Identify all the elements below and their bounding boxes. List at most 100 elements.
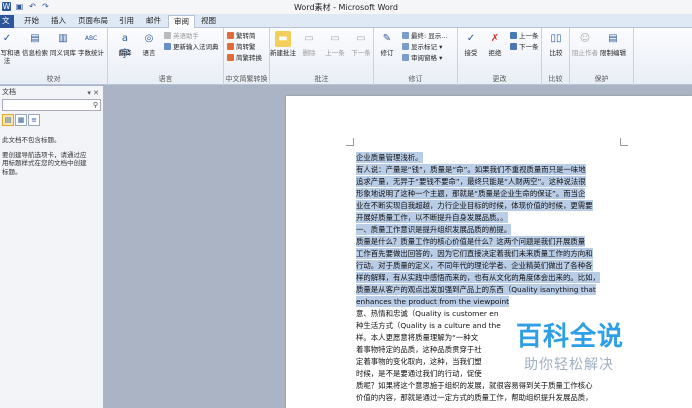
accept-icon: ✓ (466, 33, 476, 44)
new-comment-icon: ▬ (275, 31, 291, 47)
restrict-editing-button[interactable]: ▤ 限制编辑 (600, 31, 626, 57)
nav-pane-header: 文档 ▾ ✕ (0, 86, 103, 98)
tab-insert[interactable]: 插入 (46, 15, 71, 28)
display-review-icon (402, 32, 409, 39)
reviewing-pane-button[interactable]: 审阅窗格 ▾ (402, 54, 442, 63)
globe-icon: ◎ (144, 33, 154, 44)
new-comment-button[interactable]: ▬ 新建批注 (270, 31, 296, 57)
tab-view[interactable]: 视图 (196, 15, 221, 28)
dictionary-icon (164, 43, 171, 50)
block-authors-button[interactable]: ☺ 阻止作者 (572, 31, 598, 57)
next-change-icon (510, 43, 517, 50)
compare-button[interactable]: ▯▯ 比较 (543, 31, 569, 57)
previous-comment-icon: ▭ (330, 33, 340, 44)
track-changes-icon: ✎ (382, 33, 392, 44)
simp-trad-convert-button[interactable]: 简繁转换 (227, 54, 262, 63)
results-view-icon[interactable]: ≡ (28, 114, 40, 126)
language-button[interactable]: ◎ 语言 (136, 31, 162, 57)
translate-button[interactable]: a字 翻译 (112, 31, 138, 60)
navigation-pane: 文档 ▾ ✕ ⚲ ▤ ▦ ≡ 此文档不包含标题。 要创建导航选项卡，请通过应 用… (0, 86, 104, 408)
abc123-icon: ABC (84, 35, 98, 42)
accept-button[interactable]: ✓ 接受 (458, 31, 484, 57)
nav-pane-controls[interactable]: ▾ ✕ (87, 87, 99, 99)
next-comment-button[interactable]: ▭ 下一条 (348, 31, 374, 57)
show-markup-icon (402, 43, 409, 50)
tab-file[interactable]: 文件 (0, 15, 14, 37)
watermark-title: 百科全说 (516, 322, 625, 352)
previous-comment-button[interactable]: ▭ 上一条 (322, 31, 348, 57)
group-label-changes: 更改 (492, 75, 507, 83)
document-line[interactable]: 一、质量工作意识是提升组织发展品质的前提。 (356, 224, 512, 235)
nav-message-line: 此文档不包含标题。 (2, 136, 61, 144)
delete-comment-icon: ▭ (304, 33, 314, 44)
document-line[interactable]: 开展好质量工作，以不断提升自身发展品质。。 (356, 212, 508, 223)
document-line[interactable]: 价值的内容，那就是通过一定方式的质量工作，帮助组织提升发展品质， (356, 392, 593, 403)
spelling-grammar-button[interactable]: ✓拼写和语法 (0, 31, 20, 65)
trad-to-simp-icon (227, 32, 234, 39)
research-button[interactable]: ▤ 信息检索 (22, 31, 48, 57)
title-bar: W ▣ ↶ ↷ Word素材 - Microsoft Word (0, 0, 692, 14)
trad-to-simp-button[interactable]: 繁转简 (227, 32, 256, 41)
document-line[interactable]: 种生活方式（Quality is a culture and the (356, 320, 501, 331)
watermark: 百科全说 助你轻松解决 (500, 316, 660, 386)
document-line[interactable]: 样。本人更愿意将质量理解为“一种文 (356, 332, 478, 343)
document-line[interactable]: 定着事物的变化取向，这种，当我们塑 (356, 356, 482, 367)
previous-change-icon (510, 32, 517, 39)
tab-references[interactable]: 引用 (114, 15, 139, 28)
word-count-button[interactable]: ABC 字数统计 (78, 31, 104, 57)
group-comments: ▬ 新建批注 ▭ 删除 ▭ 上一条 ▭ 下一条 批注 (270, 28, 374, 85)
document-line[interactable]: 意、热情和忠诚（Quality is customer en (356, 308, 499, 319)
document-line[interactable]: 企业质量管理浅析。 (356, 152, 423, 163)
group-language: a字 翻译 ◎ 语言 英语助手 更新输入法词典 语言 (108, 28, 224, 85)
group-label-comments: 批注 (314, 75, 329, 83)
word-window: W ▣ ↶ ↷ Word素材 - Microsoft Word 文件 开始 插入… (0, 0, 692, 408)
headings-view-icon[interactable]: ▤ (2, 114, 14, 126)
previous-change-button[interactable]: 上一条 (510, 32, 539, 41)
nav-message-line: 标题。 (2, 167, 22, 176)
window-title: Word素材 - Microsoft Word (293, 3, 399, 12)
document-line[interactable]: 行动。对于质量的定义，不同年代的理论学者、企业精英们做出了各种各 (356, 260, 593, 271)
pages-view-icon[interactable]: ▦ (15, 114, 27, 126)
tab-mailings[interactable]: 邮件 (141, 15, 166, 28)
watermark-subtitle: 助你轻松解决 (524, 357, 614, 373)
english-assistant-icon (164, 32, 171, 39)
ribbon-tabs: 文件 开始 插入 页面布局 引用 邮件 审阅 视图 (0, 14, 692, 37)
document-line[interactable]: 追求产量，无异于“要钱不要命”，最终只能是“人财两空”。这种说法很 (356, 176, 586, 187)
next-comment-icon: ▭ (356, 33, 366, 44)
group-label-protect: 保护 (594, 75, 609, 83)
document-line[interactable]: 质量是什么？质量工作的核心价值是什么？这两个问题是我们开展质量 (356, 236, 586, 247)
simp-to-trad-button[interactable]: 简转繁 (227, 43, 256, 52)
next-change-button[interactable]: 下一条 (510, 43, 539, 52)
reject-button[interactable]: ✗ 拒绝 (482, 31, 508, 57)
ribbon: ✓拼写和语法 ▤信息检索 ▥同义词库 ABC字数统计 校对 a字翻译 ◎语言 英… (0, 28, 692, 85)
document-line[interactable]: 样的解释，有从实践中感悟而来的，也有从文化的角度体会出来的。比如， (356, 272, 600, 283)
tab-review[interactable]: 审阅 (168, 15, 195, 28)
delete-comment-button[interactable]: ▭ 删除 (296, 31, 322, 57)
document-line[interactable]: 业在不断实现自我超越，力行企业目标的时候，体现价值的时候，更需要 (356, 200, 593, 211)
group-changes: ✓ 接受 ✗ 拒绝 上一条 下一条 更改 (458, 28, 542, 85)
document-line[interactable]: 时候，是不是要通过我们的行动，促使 (356, 368, 482, 379)
translate-icon: a字 (120, 33, 130, 60)
restrict-editing-icon: ▤ (608, 33, 618, 44)
thesaurus-button[interactable]: ▥ 同义词库 (50, 31, 76, 57)
tab-page-layout[interactable]: 页面布局 (73, 15, 113, 28)
search-icon[interactable]: ⚲ (93, 100, 98, 110)
show-markup-button[interactable]: 显示标记 ▾ (402, 43, 442, 52)
thesaurus-icon: ▥ (58, 33, 68, 44)
tab-home[interactable]: 开始 (19, 15, 44, 28)
nav-message-line: 用标题样式在您的文档中创建 (2, 159, 87, 167)
crop-mark (620, 138, 628, 146)
english-assistant-button[interactable]: 英语助手 (164, 32, 199, 41)
document-line[interactable]: 着事物特定的品质，这种品质贯穿于社 (356, 344, 482, 355)
nav-search-input[interactable]: ⚲ (2, 99, 101, 111)
track-changes-button[interactable]: ✎ 修订 (374, 31, 400, 57)
display-for-review-select[interactable]: 最终: 显示... (402, 32, 447, 41)
document-line[interactable]: 质量是从客户的观点出发加强到产品上的东西（Quality isanything … (356, 284, 596, 295)
update-ime-dictionary-button[interactable]: 更新输入法词典 (164, 43, 219, 52)
group-tracking: ✎ 修订 最终: 显示... 显示标记 ▾ 审阅窗格 ▾ 修订 (374, 28, 458, 85)
reviewing-pane-icon (402, 54, 409, 61)
document-line[interactable]: 工作首先要做出回答的，因为它们直接决定着我们未来质量工作的方向和 (356, 248, 593, 259)
document-line[interactable]: 有人说：产量是“钱”，质量是“命”。如果我们不重视质量而只是一味地 (356, 164, 586, 175)
document-line[interactable]: 形象地说明了这种一个主题，那就是“质量是企业生命的保证”。而当企 (356, 188, 586, 199)
document-line[interactable]: enhances the product from the viewpoint (356, 296, 510, 307)
